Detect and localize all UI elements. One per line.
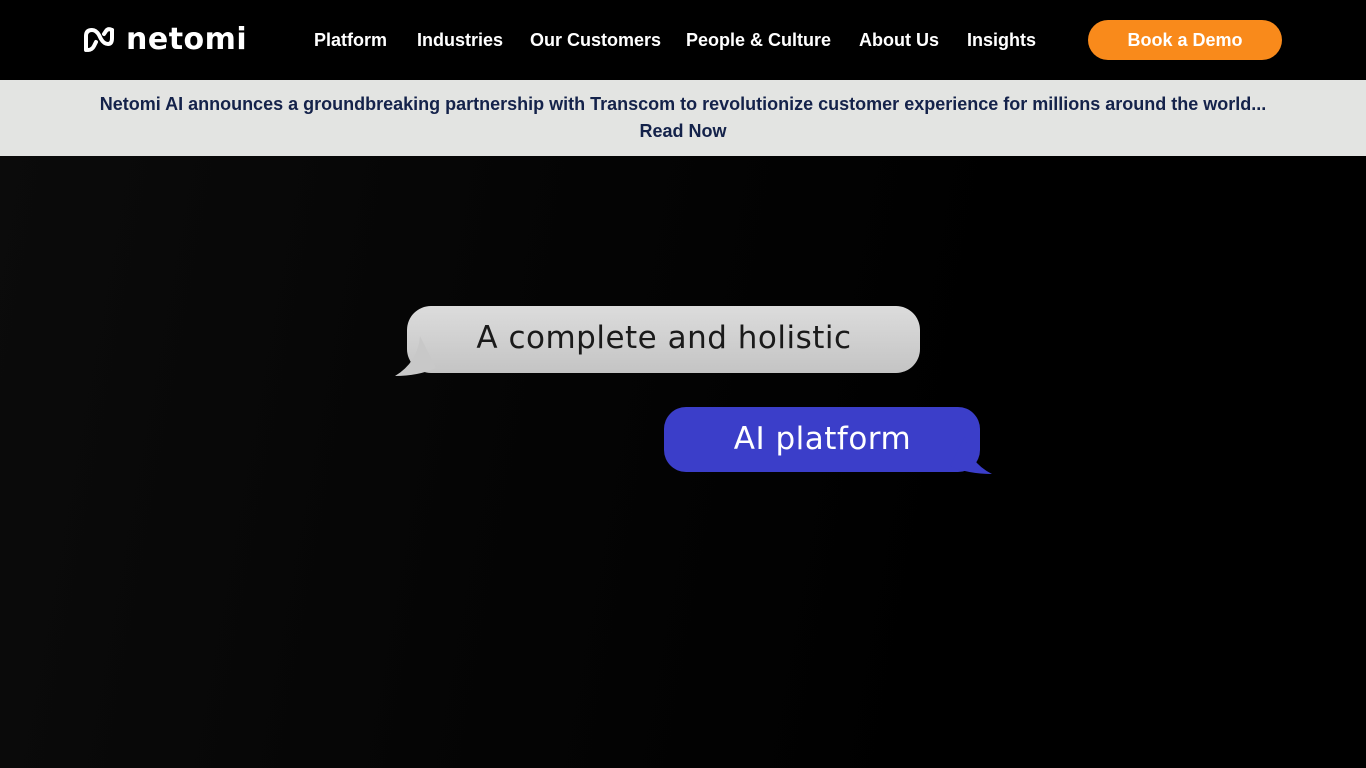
- announcement-bar: Netomi AI announces a groundbreaking par…: [0, 80, 1366, 156]
- bubble-blue-text: AI platform: [733, 421, 912, 457]
- book-demo-button[interactable]: Book a Demo: [1088, 20, 1282, 60]
- hero-section: A complete and holistic AI platform: [0, 156, 1366, 768]
- bubble-gray-text: A complete and holistic: [476, 320, 852, 356]
- announcement-link[interactable]: Netomi AI announces a groundbreaking par…: [80, 91, 1286, 145]
- nav-item-platform[interactable]: Platform: [314, 28, 387, 52]
- nav-item-people-culture[interactable]: People & Culture: [686, 28, 831, 52]
- nav-item-about-us[interactable]: About Us: [859, 28, 939, 52]
- nav-item-insights[interactable]: Insights: [967, 28, 1036, 52]
- site-header: netomi Platform Industries Our Customers…: [0, 0, 1366, 80]
- nav-item-our-customers[interactable]: Our Customers: [530, 28, 661, 52]
- chat-bubbles: [395, 306, 992, 474]
- nav-item-industries[interactable]: Industries: [417, 28, 503, 52]
